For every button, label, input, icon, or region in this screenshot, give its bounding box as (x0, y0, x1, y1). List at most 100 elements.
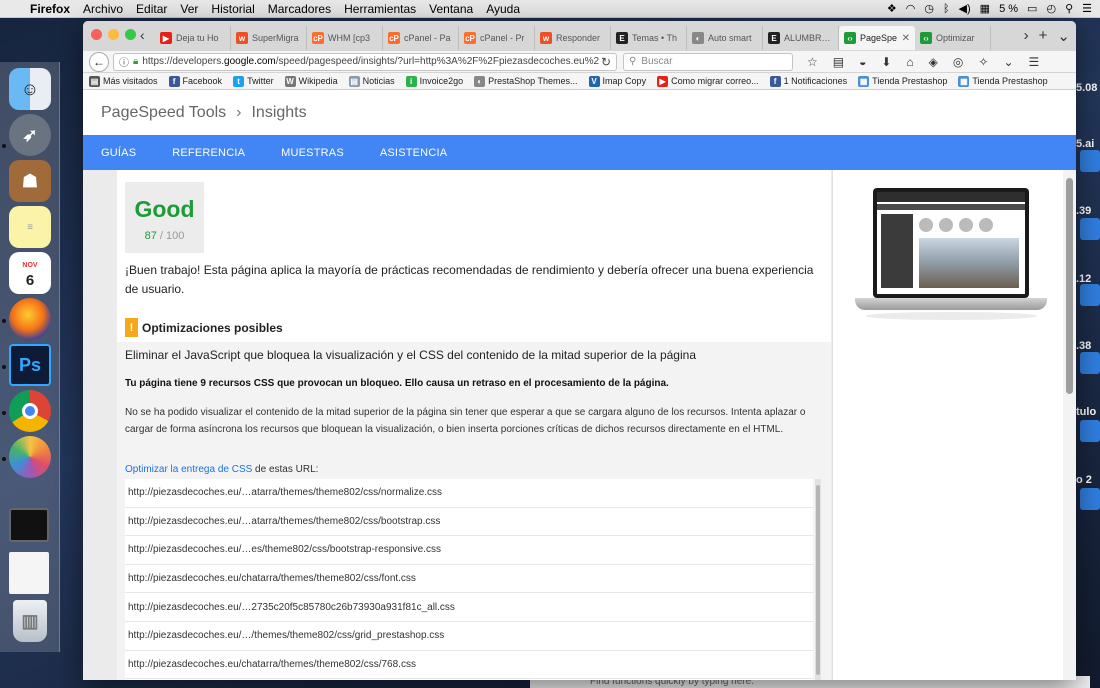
firefox-icon[interactable] (9, 298, 51, 340)
tab-active[interactable]: ‹› PageSpe ✕ (839, 26, 915, 50)
home-icon[interactable]: ⌂ (906, 55, 913, 69)
bookmark-item[interactable]: f Facebook (168, 75, 222, 87)
tab[interactable]: cP WHM [cp3 (307, 26, 383, 50)
nav-asistencia[interactable]: ASISTENCIA (380, 147, 447, 159)
tab[interactable]: w SuperMigra (231, 26, 307, 50)
minimize-window-button[interactable] (108, 29, 119, 40)
tab[interactable]: w Responder (535, 26, 611, 50)
menu-ver[interactable]: Ver (180, 2, 198, 16)
reading-list-icon[interactable]: ▤ (833, 55, 844, 69)
page-scrollbar-thumb[interactable] (1066, 178, 1073, 394)
scroll-tabs-right-icon[interactable]: › (1024, 27, 1029, 45)
bookmark-item[interactable]: ▤ Más visitados (89, 75, 158, 87)
site-info-icon[interactable]: ⓘ (119, 54, 129, 69)
menu-herramientas[interactable]: Herramientas (344, 2, 416, 16)
tab[interactable]: E Temas • Th (611, 26, 687, 50)
bookmark-item[interactable]: W Wikipedia (284, 75, 338, 87)
volume-icon[interactable]: ◀) (959, 2, 971, 15)
launchpad-icon[interactable]: ➶ (9, 114, 51, 156)
photoshop-icon[interactable]: Ps (9, 344, 51, 386)
optimize-css-delivery-link[interactable]: Optimizar la entrega de CSS (125, 464, 252, 475)
tab[interactable]: ◐ Auto smart (687, 26, 763, 50)
menu-marcadores[interactable]: Marcadores (268, 2, 331, 16)
tab-favicon-icon: ‹› (920, 32, 932, 44)
breadcrumb-separator-icon: › (236, 103, 242, 121)
score-label: Good (134, 196, 195, 222)
close-window-button[interactable] (91, 29, 102, 40)
menu-ayuda[interactable]: Ayuda (486, 2, 520, 16)
scrollbar-thumb[interactable] (816, 485, 820, 675)
dropbox-icon[interactable]: ❖ (887, 2, 897, 15)
bookmark-item[interactable]: ▦ Tienda Prestashop (958, 75, 1048, 87)
nav-referencia[interactable]: REFERENCIA (172, 147, 245, 159)
notes-icon[interactable]: ≡ (9, 206, 51, 248)
pocket-icon[interactable]: ◒ (859, 55, 866, 69)
photoshop-document-thumbnail[interactable] (9, 508, 49, 542)
bookmark-item[interactable]: ◐ PrestaShop Themes... (474, 75, 578, 87)
tab[interactable]: ‹› Optimizar (915, 26, 991, 50)
overflow-icon[interactable]: ⌄ (1003, 55, 1013, 69)
menu-app-name[interactable]: Firefox (30, 2, 70, 16)
hamburger-menu-icon[interactable]: ☰ (1029, 55, 1040, 69)
trash-icon[interactable]: ▥ (13, 600, 47, 642)
extension-icon[interactable]: ◎ (953, 55, 963, 69)
bookmark-item[interactable]: i Invoice2go (405, 75, 463, 87)
calendar-day: 6 (25, 272, 35, 289)
blocking-url-list: http://piezasdecoches.eu/…atarra/themes/… (125, 479, 813, 680)
background-windows: 5.08 5.ai .39 .12 .38 tulo o 2 (1076, 40, 1100, 640)
photos-icon[interactable] (9, 436, 51, 478)
extension-icon[interactable]: ✧ (978, 55, 988, 69)
wifi-icon[interactable]: ◠ (906, 2, 916, 15)
spotlight-icon[interactable]: ⚲ (1065, 2, 1073, 15)
back-button[interactable]: ← (89, 51, 109, 72)
photos-document-thumbnail[interactable] (9, 552, 49, 594)
tab[interactable]: cP cPanel - Pa (383, 26, 459, 50)
url-bar[interactable]: ⓘ 🔒︎ https://developers. google.com/speed… (113, 52, 617, 71)
insights-link[interactable]: Insights (251, 104, 306, 122)
new-tab-icon[interactable]: + (1039, 27, 1048, 45)
bookmark-item[interactable]: ▤ Noticias (348, 75, 395, 87)
menu-archivo[interactable]: Archivo (83, 2, 123, 16)
list-all-tabs-icon[interactable]: ⌄ (1057, 27, 1070, 45)
downloads-icon[interactable]: ⬇ (881, 55, 891, 69)
menu-editar[interactable]: Editar (136, 2, 167, 16)
bookmark-item[interactable]: f1 Notificaciones (769, 75, 847, 87)
tab-favicon-icon: ▶ (160, 32, 172, 44)
nav-guias[interactable]: GUÍAS (101, 147, 136, 159)
chrome-icon[interactable] (9, 390, 51, 432)
notification-center-icon[interactable]: ☰ (1082, 2, 1092, 15)
tab[interactable]: cP cPanel - Pr (459, 26, 535, 50)
time-machine-icon[interactable]: ◷ (924, 2, 934, 15)
url-list-scrollbar[interactable] (815, 479, 821, 680)
search-bar[interactable]: ⚲ Buscar (623, 52, 793, 71)
calendar-icon[interactable]: NOV 6 (9, 252, 51, 294)
rule-title[interactable]: Eliminar el JavaScript que bloquea la vi… (125, 348, 696, 362)
bookmark-favicon-icon: ▤ (348, 75, 360, 87)
finder-icon[interactable]: ☺ (9, 68, 51, 110)
extension-icon[interactable]: ◈ (929, 55, 938, 69)
bookmark-item[interactable]: ▶ Como migrar correo... (657, 75, 759, 87)
zoom-window-button[interactable] (125, 29, 136, 40)
page-scrollbar[interactable] (1063, 170, 1076, 680)
contacts-icon[interactable]: ☗ (9, 160, 51, 202)
bookmark-item[interactable]: t Twitter (233, 75, 274, 87)
pagespeed-tools-link[interactable]: PageSpeed Tools (101, 104, 226, 122)
bookmark-item[interactable]: V Imap Copy (588, 75, 646, 87)
bluetooth-icon[interactable]: ᛒ (943, 3, 950, 15)
toolbar-icons: ☆ ▤ ◒ ⬇ ⌂ ◈ ◎ ✧ ⌄ ☰ (807, 55, 1039, 69)
close-tab-icon[interactable]: ✕ (899, 33, 910, 44)
battery-percent[interactable]: 5 % (999, 3, 1018, 15)
keyboard-icon[interactable]: ▦ (980, 2, 990, 15)
tab[interactable]: ▶ Deja tu Ho (155, 26, 231, 50)
bookmark-star-icon[interactable]: ☆ (807, 55, 818, 69)
scroll-tabs-left-icon[interactable]: ‹ (140, 27, 145, 43)
clock-icon[interactable]: ◴ (1046, 2, 1056, 15)
tab[interactable]: E ALUMBRAD (763, 26, 839, 50)
battery-icon[interactable]: ▭ (1027, 2, 1037, 15)
site-nav-bar: GUÍAS REFERENCIA MUESTRAS ASISTENCIA (83, 135, 1076, 170)
reload-icon[interactable]: ↻ (601, 55, 611, 69)
menu-ventana[interactable]: Ventana (429, 2, 473, 16)
menu-historial[interactable]: Historial (211, 2, 254, 16)
nav-muestras[interactable]: MUESTRAS (281, 147, 344, 159)
bookmark-item[interactable]: ▦ Tienda Prestashop (858, 75, 947, 87)
